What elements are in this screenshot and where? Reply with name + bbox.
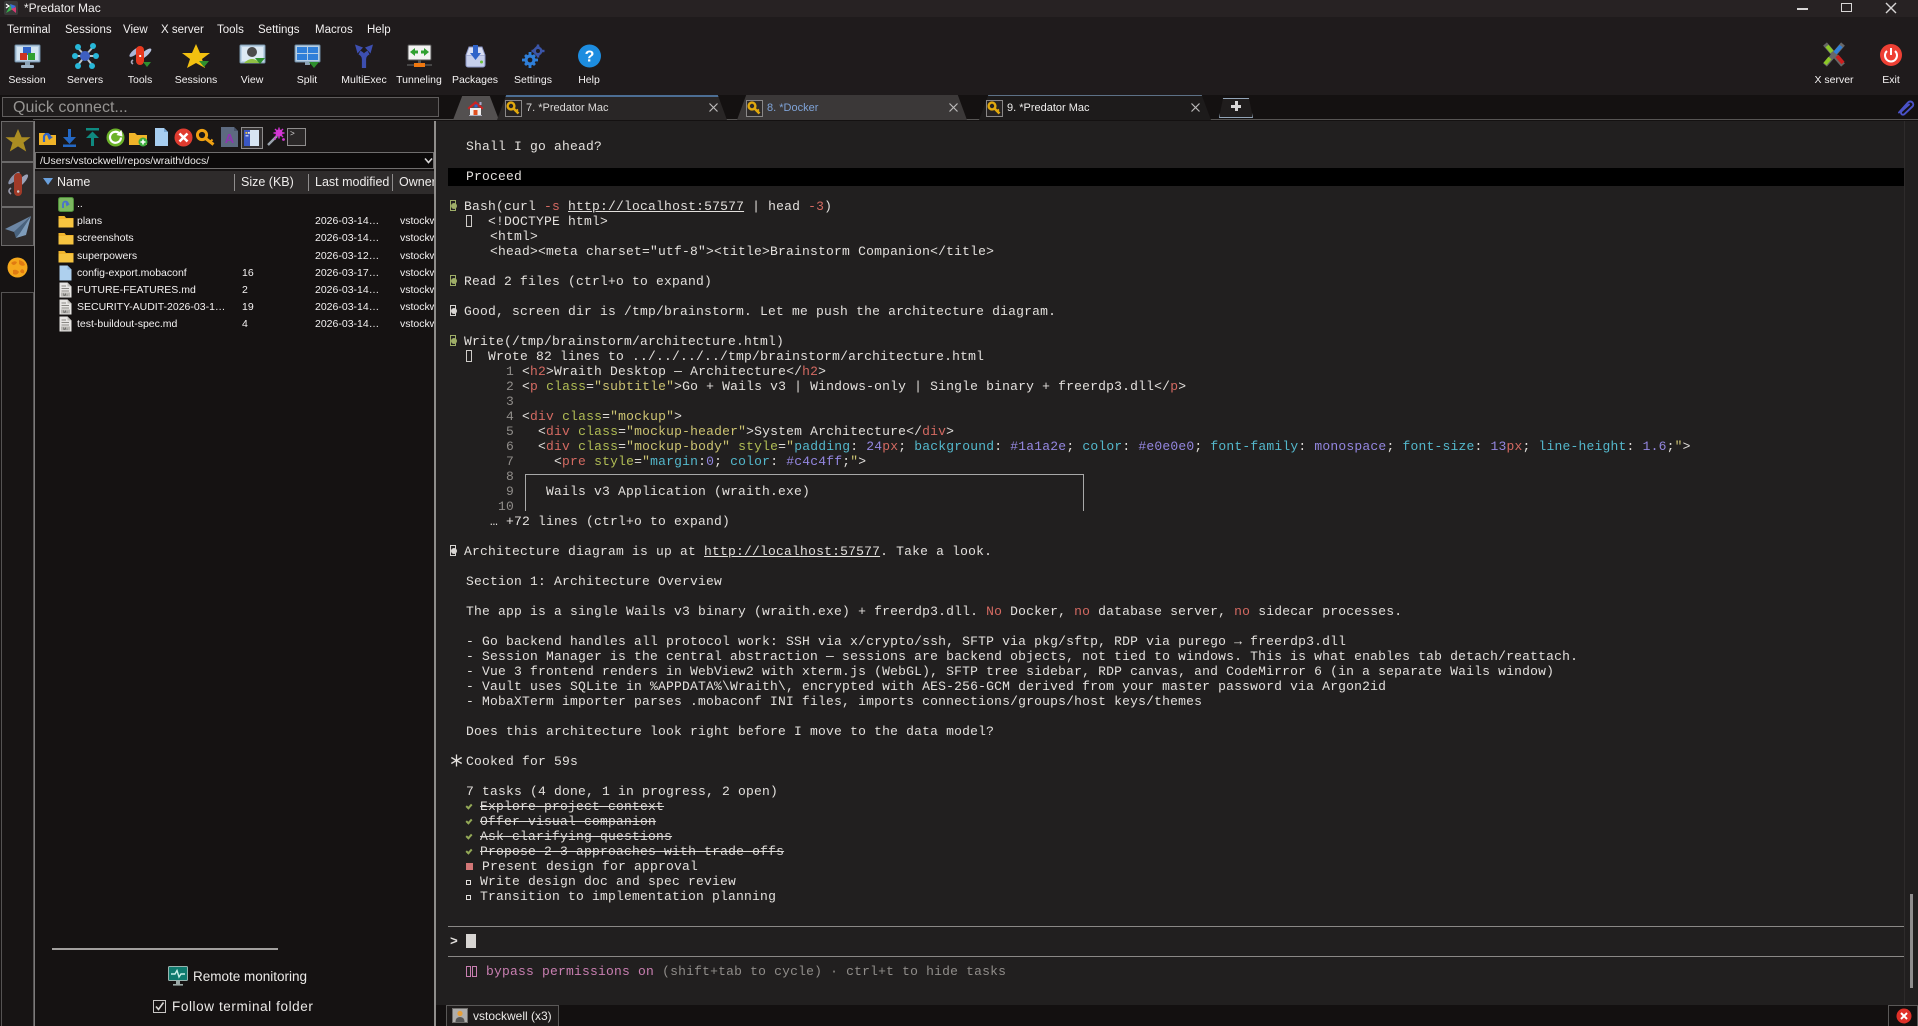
svg-text:?: ? — [585, 49, 595, 66]
